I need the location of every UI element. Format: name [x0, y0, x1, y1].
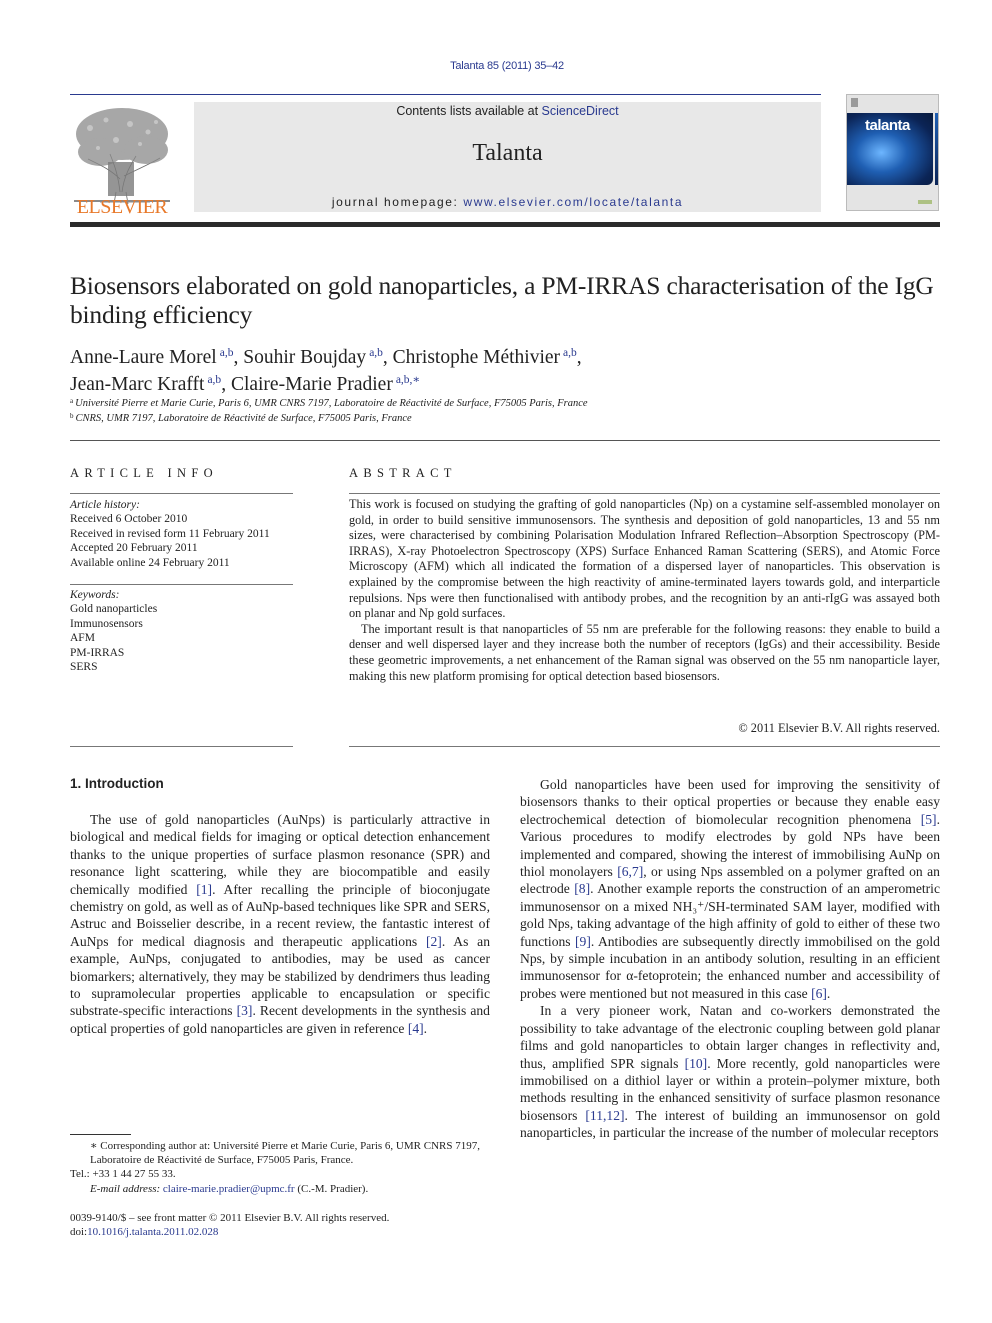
- article-history: Article history: Received 6 October 2010…: [70, 498, 293, 570]
- divider: [70, 584, 293, 585]
- cover-title: talanta: [865, 117, 910, 134]
- reference-link[interactable]: [4]: [408, 1021, 424, 1036]
- doi-line: doi:10.1016/j.talanta.2011.02.028: [70, 1226, 219, 1239]
- keywords: Keywords: Gold nanoparticles Immunosenso…: [70, 588, 293, 674]
- history-item: Received in revised form 11 February 201…: [70, 527, 270, 540]
- divider: [70, 440, 940, 441]
- journal-title: Talanta: [472, 140, 543, 166]
- author[interactable]: Jean-Marc Krafft a,b: [70, 374, 221, 395]
- body-paragraph: The use of gold nanoparticles (AuNps) is…: [70, 812, 490, 1036]
- reference-link[interactable]: [6,7]: [617, 864, 643, 879]
- cover-footer-mark: [918, 200, 932, 204]
- telephone: Tel.: +33 1 44 27 55 33.: [70, 1168, 176, 1181]
- corresponding-author-note: ∗ Corresponding author at: Université Pi…: [90, 1140, 480, 1167]
- cover-image-edge: [935, 113, 938, 185]
- author[interactable]: Christophe Méthivier a,b: [393, 347, 577, 368]
- author-list: Anne-Laure Morel a,b, Souhir Boujday a,b, …: [70, 347, 582, 395]
- keyword: PM-IRRAS: [70, 646, 125, 659]
- body-paragraph: In a very pioneer work, Natan and co-wor…: [520, 1003, 941, 1141]
- reference-link[interactable]: [9]: [575, 934, 591, 949]
- author[interactable]: Claire-Marie Pradier a,b,∗: [231, 374, 420, 395]
- abstract-body: This work is focused on studying the gra…: [349, 497, 940, 684]
- keyword: AFM: [70, 632, 95, 645]
- article-info-heading: ARTICLE INFO: [70, 466, 218, 480]
- abstract-copyright: © 2011 Elsevier B.V. All rights reserved…: [738, 721, 940, 735]
- reference-link[interactable]: [3]: [237, 1003, 253, 1018]
- homepage-link[interactable]: www.elsevier.com/locate/talanta: [463, 195, 683, 209]
- reference-link[interactable]: [1]: [196, 882, 212, 897]
- reference-link[interactable]: [10]: [685, 1056, 708, 1071]
- footnote-rule: [70, 1134, 131, 1135]
- reference-link[interactable]: [5]: [921, 812, 937, 827]
- history-item: Available online 24 February 2011: [70, 556, 230, 569]
- cover-elsevier-icon: [851, 98, 858, 107]
- reference-link[interactable]: [8]: [574, 881, 590, 896]
- journal-cover[interactable]: talanta: [846, 94, 939, 211]
- journal-citation[interactable]: Talanta 85 (2011) 35–42: [0, 60, 992, 72]
- article-title: Biosensors elaborated on gold nanopartic…: [70, 271, 934, 329]
- reference-link[interactable]: [11,12]: [585, 1108, 624, 1123]
- doi-link[interactable]: 10.1016/j.talanta.2011.02.028: [87, 1226, 218, 1238]
- header-rule: [70, 94, 821, 95]
- abstract-paragraph: The important result is that nanoparticl…: [349, 621, 940, 683]
- author[interactable]: Anne-Laure Morel a,b: [70, 347, 233, 368]
- journal-homepage: journal homepage: www.elsevier.com/locat…: [331, 195, 684, 209]
- divider: [70, 746, 293, 747]
- front-matter: 0039-9140/$ – see front matter © 2011 El…: [70, 1211, 490, 1239]
- section-heading-introduction: 1. Introduction: [70, 776, 164, 791]
- reference-link[interactable]: [6]: [811, 986, 827, 1001]
- email-line: E-mail address: claire-marie.pradier@upm…: [90, 1182, 369, 1195]
- body-column-left: The use of gold nanoparticles (AuNps) is…: [70, 811, 490, 1037]
- keyword: SERS: [70, 661, 98, 674]
- issn-line: 0039-9140/$ – see front matter © 2011 El…: [70, 1212, 390, 1224]
- reference-link[interactable]: [2]: [426, 934, 442, 949]
- elsevier-logo[interactable]: ELSEVIER: [70, 104, 174, 218]
- body-column-right: Gold nanoparticles have been used for im…: [520, 776, 940, 1142]
- divider: [70, 493, 293, 494]
- affiliation: a Université Pierre et Marie Curie, Paris…: [70, 397, 588, 409]
- keyword: Immunosensors: [70, 617, 143, 630]
- divider: [349, 493, 940, 494]
- elsevier-wordmark: ELSEVIER: [76, 196, 168, 218]
- header-thick-rule: [70, 222, 940, 227]
- history-item: Accepted 20 February 2011: [70, 542, 198, 555]
- abstract-paragraph: This work is focused on studying the gra…: [349, 497, 940, 621]
- abstract-heading: ABSTRACT: [349, 466, 457, 480]
- body-paragraph: Gold nanoparticles have been used for im…: [520, 777, 940, 1001]
- sciencedirect-link[interactable]: ScienceDirect: [542, 104, 619, 118]
- contents-line: Contents lists available at ScienceDirec…: [396, 104, 619, 118]
- author[interactable]: Souhir Boujday a,b: [243, 347, 383, 368]
- affiliation: b CNRS, UMR 7197, Laboratoire de Réactivi…: [70, 412, 412, 424]
- divider: [349, 746, 940, 747]
- keyword: Gold nanoparticles: [70, 603, 158, 616]
- footnotes: ∗ Corresponding author at: Université Pi…: [70, 1139, 490, 1196]
- journal-banner: Contents lists available at ScienceDirec…: [194, 102, 821, 212]
- email-link[interactable]: claire-marie.pradier@upmc.fr: [163, 1183, 295, 1195]
- history-item: Received 6 October 2010: [70, 513, 188, 526]
